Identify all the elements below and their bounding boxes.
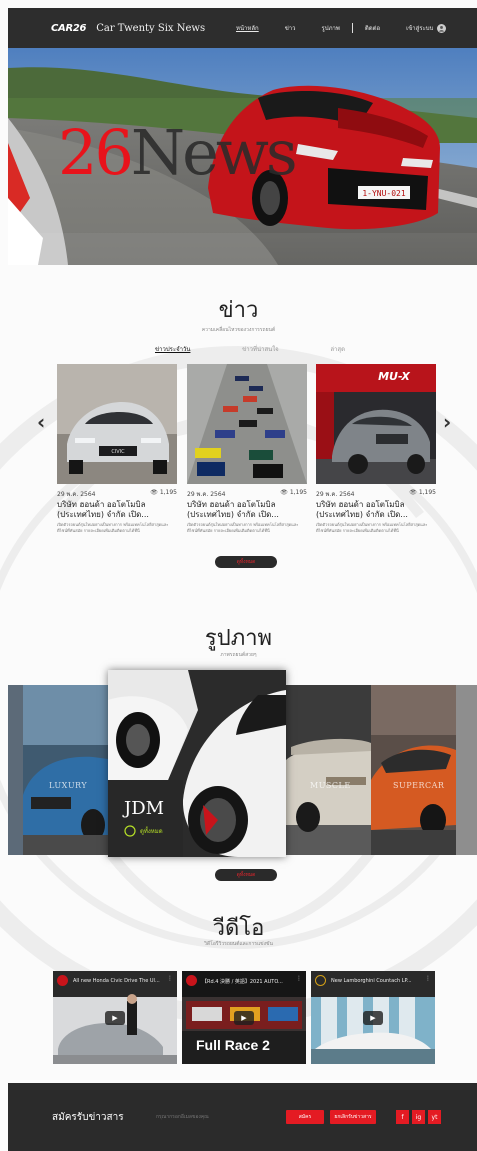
svg-text:MU-X: MU-X	[378, 370, 410, 383]
eye-icon: 👁	[150, 489, 158, 496]
tab-latest-news[interactable]: ล่าสุด	[330, 344, 345, 354]
carousel-prev-arrow-icon[interactable]: ‹	[37, 410, 45, 434]
facebook-icon[interactable]: f	[396, 1110, 409, 1124]
youtube-icon[interactable]: yt	[428, 1110, 441, 1124]
news-see-all-button[interactable]: ดูทั้งหมด	[215, 556, 277, 568]
news-card-description: เปิดตัวรถยนต์รุ่นใหม่อย่างเป็นทางการ พร้…	[57, 522, 169, 533]
news-card-title[interactable]: บริษัท ฮอนด้า ออโตโมบิล (ประเทศไทย) จำกั…	[187, 500, 307, 520]
svg-text:1-YNU-021: 1-YNU-021	[362, 189, 406, 198]
unsubscribe-button[interactable]: ยกเลิกรับข่าวสาร	[330, 1110, 376, 1124]
nav-item-home[interactable]: หน้าหลัก	[236, 23, 259, 33]
instagram-icon[interactable]: ig	[412, 1110, 425, 1124]
more-options-icon[interactable]: ⋮	[425, 975, 431, 982]
top-navbar: CAR26 Car Twenty Six News หน้าหลัก ข่าว …	[8, 8, 477, 48]
news-card[interactable]: CIVIC 29 พ.ค. 2564 👁 1,195 บริษัท ฮอนด้า…	[57, 364, 177, 534]
news-card-views: 👁 1,195	[150, 489, 177, 499]
newsletter-email-input[interactable]	[156, 1111, 286, 1123]
newsletter-footer: สมัครรับข่าวสาร สมัคร ยกเลิกรับข่าวสาร f…	[8, 1083, 477, 1151]
hero-title: 26News	[58, 122, 298, 184]
news-card-view-count: 1,195	[159, 489, 177, 496]
video-thumbnail[interactable]: All new Honda Civic Drive The Ul... ⋮ ▶	[53, 971, 177, 1064]
news-card-view-count: 1,195	[418, 489, 436, 496]
news-card-date: 29 พ.ค. 2564	[57, 491, 96, 498]
hero-banner: 1-YNU-021 26News	[8, 48, 477, 265]
news-card-image[interactable]	[187, 364, 307, 484]
nav-item-gallery[interactable]: รูปภาพ	[322, 23, 340, 33]
hero-title-number: 26	[58, 116, 134, 189]
gallery-edge-left	[8, 685, 23, 855]
newsletter-title: สมัครรับข่าวสาร	[52, 1112, 124, 1123]
news-card-image[interactable]: MU-X	[316, 364, 436, 484]
gallery-item-muscle[interactable]: MUSCLE	[286, 685, 371, 855]
gallery-label-supercar: SUPERCAR	[393, 781, 445, 790]
carousel-next-arrow-icon[interactable]: ›	[443, 410, 451, 434]
video-title: New Lamborghini Countach LP...	[331, 978, 412, 984]
news-card-description: เปิดตัวรถยนต์รุ่นใหม่อย่างเป็นทางการ พร้…	[187, 522, 299, 533]
news-tabs: ข่าวประจำวัน ข่าวที่น่าสนใจ ล่าสุด	[155, 344, 345, 354]
user-icon[interactable]	[437, 23, 447, 33]
tab-daily-news[interactable]: ข่าวประจำวัน	[155, 344, 190, 354]
news-card-description: เปิดตัวรถยนต์รุ่นใหม่อย่างเป็นทางการ พร้…	[316, 522, 428, 533]
play-icon[interactable]: ▶	[105, 1011, 125, 1025]
site-logo[interactable]: CAR26	[51, 23, 87, 34]
gallery-jdm-link[interactable]: ดูทั้งหมด	[124, 825, 163, 837]
gallery-label-muscle: MUSCLE	[310, 781, 351, 790]
nav-item-news[interactable]: ข่าว	[285, 23, 296, 33]
play-icon[interactable]: ▶	[363, 1011, 383, 1025]
more-options-icon[interactable]: ⋮	[167, 975, 173, 982]
gallery-label-jdm: JDM	[124, 798, 165, 819]
news-card[interactable]: 29 พ.ค. 2564 👁 1,195 บริษัท ฮอนด้า ออโตโ…	[187, 364, 307, 534]
gallery-item-jdm[interactable]: JDM ดูทั้งหมด	[108, 670, 286, 857]
video-overlay-text: Full Race 2	[196, 1037, 270, 1053]
hero-title-word: News	[130, 116, 298, 189]
eye-icon: 👁	[280, 489, 288, 496]
news-card-date: 29 พ.ค. 2564	[187, 491, 226, 498]
video-title: 【Rd.4 決勝 / 英語】2021 AUTO...	[202, 979, 283, 985]
news-card-title[interactable]: บริษัท ฮอนด้า ออโตโมบิล (ประเทศไทย) จำกั…	[57, 500, 177, 520]
gallery-item-supercar[interactable]: SUPERCAR	[371, 685, 456, 855]
gallery-carousel: LUXURY MUSCLE SUPERCAR JDM ดูทั้งหมด	[8, 670, 477, 857]
news-card-date: 29 พ.ค. 2564	[316, 491, 355, 498]
more-options-icon[interactable]: ⋮	[296, 975, 302, 982]
news-card[interactable]: MU-X 29 พ.ค. 2564 👁 1,195 บริษัท ฮอนด้า …	[316, 364, 436, 534]
news-card-title[interactable]: บริษัท ฮอนด้า ออโตโมบิล (ประเทศไทย) จำกั…	[316, 500, 436, 520]
news-card-view-count: 1,195	[289, 489, 307, 496]
gallery-item-luxury[interactable]: LUXURY	[23, 685, 108, 855]
subscribe-button[interactable]: สมัคร	[286, 1110, 324, 1124]
nav-item-contact[interactable]: ติดต่อ	[365, 23, 380, 33]
channel-avatar	[186, 975, 197, 986]
video-section-subtitle: วิดีโอรีวิวรถยนต์และการแข่งขัน	[204, 941, 273, 947]
channel-avatar	[57, 975, 68, 986]
gallery-section-title: รูปภาพ	[204, 626, 273, 651]
gallery-label-luxury: LUXURY	[49, 781, 88, 790]
eye-icon: 👁	[409, 489, 417, 496]
nav-divider	[351, 23, 353, 33]
channel-avatar	[315, 975, 326, 986]
video-thumbnail[interactable]: New Lamborghini Countach LP... ⋮ ▶	[311, 971, 435, 1064]
video-thumbnail[interactable]: 【Rd.4 決勝 / 英語】2021 AUTO... ⋮ ▶ Full Race…	[182, 971, 306, 1064]
gallery-jdm-link-label: ดูทั้งหมด	[140, 828, 163, 835]
news-section-subtitle: ความเคลื่อนไหวของวงการรถยนต์	[201, 327, 276, 333]
gallery-see-all-button[interactable]: ดูทั้งหมด	[215, 869, 277, 881]
main-nav: หน้าหลัก ข่าว รูปภาพ ติดต่อ เข้าสู่ระบบ	[236, 8, 447, 48]
news-card-image[interactable]: CIVIC	[57, 364, 177, 484]
svg-text:CIVIC: CIVIC	[111, 449, 125, 455]
gallery-edge-right	[456, 685, 477, 855]
news-card-views: 👁 1,195	[280, 489, 307, 499]
gallery-section-subtitle: ภาพรถยนต์สวยๆ	[220, 652, 257, 658]
play-icon[interactable]: ▶	[234, 1011, 254, 1025]
tab-interesting-news[interactable]: ข่าวที่น่าสนใจ	[242, 344, 278, 354]
video-title: All new Honda Civic Drive The Ul...	[73, 978, 160, 984]
news-card-views: 👁 1,195	[409, 489, 436, 499]
circle-arrow-icon	[124, 825, 136, 837]
nav-item-login[interactable]: เข้าสู่ระบบ	[406, 23, 433, 33]
site-name: Car Twenty Six News	[96, 22, 206, 34]
news-section-title: ข่าว	[218, 298, 259, 323]
